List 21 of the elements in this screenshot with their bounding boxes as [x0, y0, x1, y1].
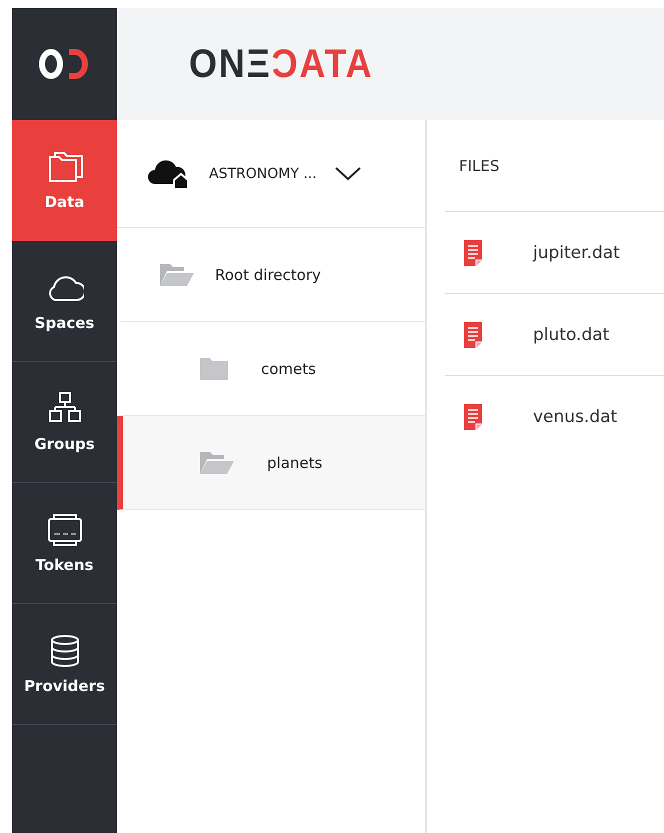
- file-name[interactable]: jupiter.dat: [533, 242, 620, 262]
- token-icon: [46, 512, 84, 548]
- chevron-down-icon: [335, 166, 361, 180]
- file-icon: [463, 238, 483, 266]
- file-icon: [463, 403, 483, 431]
- folder-icon: [199, 356, 229, 380]
- nav-item[interactable]: Spaces: [12, 241, 117, 362]
- file-name[interactable]: venus.dat: [533, 407, 618, 427]
- file-icon: [463, 320, 483, 348]
- space-selector[interactable]: ASTRONOMY ...: [117, 120, 425, 228]
- tree-item[interactable]: planets: [117, 416, 425, 510]
- open-folder-icon: [159, 262, 195, 288]
- nav-item[interactable]: Tokens: [12, 483, 117, 604]
- open-folder-icon: [199, 450, 235, 476]
- nav-item[interactable]: Providers: [12, 604, 117, 725]
- tree-item[interactable]: Root directory: [117, 228, 425, 322]
- nav-item[interactable]: Data: [12, 120, 117, 241]
- logo-icon: [38, 47, 90, 81]
- files-heading: FILES: [445, 120, 664, 212]
- brand-logo: ONΞƆATA: [189, 42, 374, 86]
- file-name[interactable]: pluto.dat: [533, 324, 610, 344]
